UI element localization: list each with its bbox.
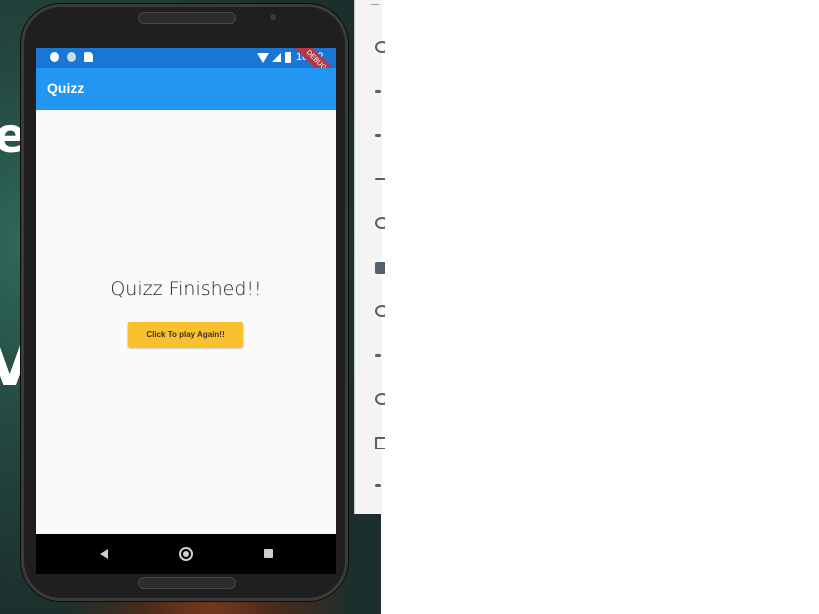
battery-icon bbox=[285, 52, 291, 63]
emulator-side-toolbar bbox=[354, 0, 385, 514]
volume-down-icon[interactable] bbox=[375, 130, 385, 142]
back-icon[interactable] bbox=[100, 549, 108, 559]
recent-apps-icon[interactable] bbox=[264, 549, 273, 558]
power-icon[interactable] bbox=[375, 41, 385, 53]
quiz-finished-text: Quizz Finished!! bbox=[110, 278, 262, 300]
app-title: Quizz bbox=[47, 80, 85, 96]
navigation-bar bbox=[36, 534, 336, 574]
main-content: Quizz Finished!! Click To play Again!! bbox=[36, 110, 336, 534]
wifi-icon bbox=[257, 53, 269, 63]
rotate-right-icon[interactable] bbox=[375, 217, 385, 229]
speaker-grille bbox=[138, 577, 236, 589]
app-bar: Quizz bbox=[36, 68, 336, 110]
minimize-icon[interactable] bbox=[371, 4, 379, 5]
shield-icon bbox=[67, 52, 76, 62]
gear-icon bbox=[50, 52, 59, 62]
home-icon[interactable] bbox=[375, 393, 385, 405]
more-icon[interactable] bbox=[375, 480, 385, 492]
phone-frame: 10:52 DEBUG Quizz Quizz Finished!! Click… bbox=[21, 4, 348, 601]
front-camera bbox=[270, 14, 276, 20]
phone-screen: 10:52 DEBUG Quizz Quizz Finished!! Click… bbox=[36, 48, 336, 574]
play-again-button[interactable]: Click To play Again!! bbox=[128, 322, 243, 347]
home-icon[interactable] bbox=[179, 547, 193, 561]
signal-icon bbox=[272, 53, 281, 62]
back-icon[interactable] bbox=[375, 350, 385, 362]
rotate-left-icon[interactable] bbox=[375, 173, 385, 185]
sd-card-icon bbox=[84, 52, 93, 62]
speaker-grille bbox=[138, 12, 236, 24]
camera-icon[interactable] bbox=[375, 262, 385, 274]
volume-up-icon[interactable] bbox=[375, 86, 385, 98]
zoom-icon[interactable] bbox=[375, 305, 385, 317]
overview-icon[interactable] bbox=[375, 437, 385, 449]
status-bar: 10:52 DEBUG bbox=[36, 48, 336, 94]
